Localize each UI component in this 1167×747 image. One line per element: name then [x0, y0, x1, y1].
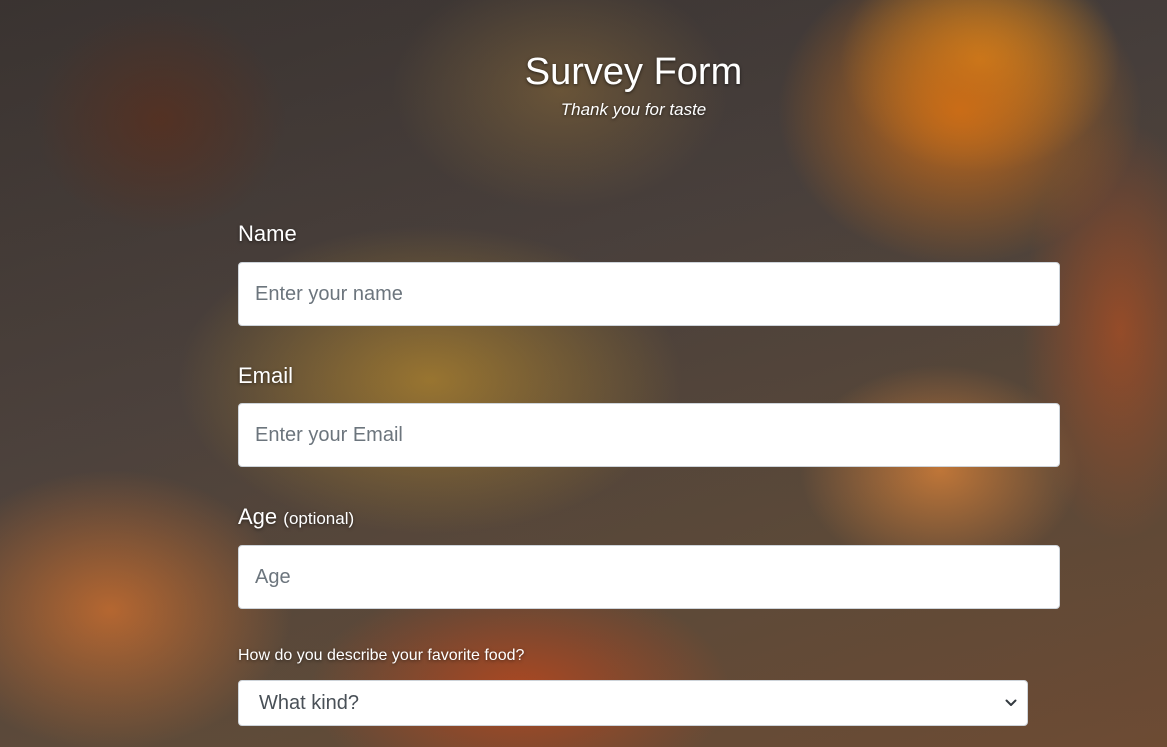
name-label: Name: [238, 221, 297, 247]
email-label: Email: [238, 363, 293, 389]
page-subtitle: Thank you for taste: [560, 100, 707, 119]
page-header: Survey Form Thank you for taste: [0, 50, 1167, 120]
food-question-label: How do you describe your favorite food?: [238, 647, 525, 664]
chevron-down-icon: [1005, 699, 1017, 706]
food-dropdown[interactable]: What kind?: [238, 680, 1028, 726]
name-label-text: Name: [238, 221, 297, 246]
age-label-text: Age: [238, 504, 278, 529]
page-title: Survey Form: [524, 51, 743, 93]
age-optional-note: (optional): [283, 509, 355, 528]
survey-page: Survey Form Thank you for taste Name Ema…: [0, 0, 1167, 747]
age-input[interactable]: [238, 545, 1060, 609]
email-label-text: Email: [238, 363, 294, 388]
age-label: Age (optional): [238, 504, 354, 530]
email-input[interactable]: [238, 403, 1060, 467]
food-dropdown-value: What kind?: [259, 692, 360, 714]
name-input[interactable]: [238, 262, 1060, 326]
